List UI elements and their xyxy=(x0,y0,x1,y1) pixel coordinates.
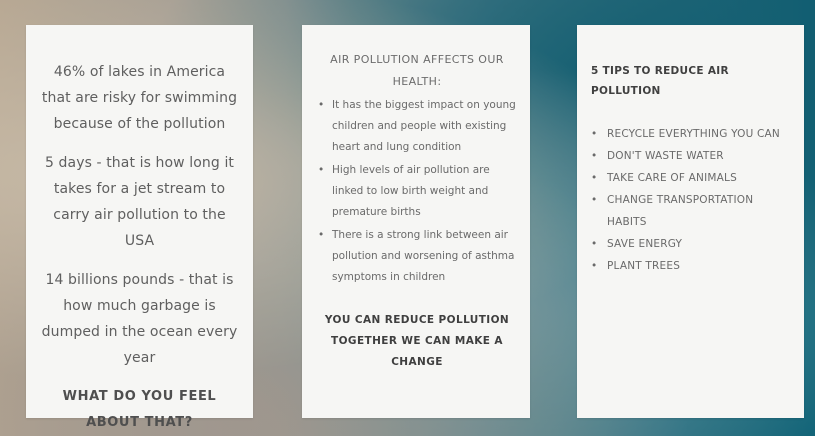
tip-item: RECYCLE EVERYTHING YOU CAN xyxy=(591,123,790,145)
feel-question: WHAT DO YOU FEEL ABOUT THAT? xyxy=(62,389,217,430)
facts-card: 46% of lakes in America that are risky f… xyxy=(26,25,253,430)
tip-item: CHANGE TRANSPORTATION HABITS xyxy=(591,189,790,233)
health-bullet: High levels of air pollution are linked … xyxy=(318,160,516,223)
health-bullet: It has the biggest impact on young child… xyxy=(318,95,516,158)
fact-garbage: 14 billions pounds - that is how much ga… xyxy=(41,272,238,366)
reduce-pollution-cta: YOU CAN REDUCE POLLUTION TOGETHER WE CAN… xyxy=(324,314,510,368)
tips-card: 5 TIPS TO REDUCE AIR POLLUTION RECYCLE E… xyxy=(577,25,804,418)
fact-lakes: 46% of lakes in America that are risky f… xyxy=(41,64,238,132)
tip-item: DON'T WASTE WATER xyxy=(591,145,790,167)
health-bullet: There is a strong link between air pollu… xyxy=(318,225,516,288)
tip-item: TAKE CARE OF ANIMALS xyxy=(591,167,790,189)
tip-item: PLANT TREES xyxy=(591,255,790,277)
tips-heading: 5 TIPS TO REDUCE AIR POLLUTION xyxy=(591,65,729,97)
tips-list: RECYCLE EVERYTHING YOU CAN DON'T WASTE W… xyxy=(591,123,790,277)
health-heading: AIR POLLUTION AFFECTS OUR HEALTH: xyxy=(330,53,504,88)
fact-jet-stream: 5 days - that is how long it takes for a… xyxy=(44,155,235,249)
health-bullets: It has the biggest impact on young child… xyxy=(318,95,516,288)
health-card: AIR POLLUTION AFFECTS OUR HEALTH: It has… xyxy=(302,25,530,418)
tip-item: SAVE ENERGY xyxy=(591,233,790,255)
